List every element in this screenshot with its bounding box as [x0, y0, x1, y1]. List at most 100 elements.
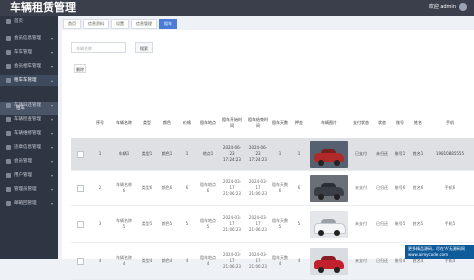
tab-rental[interactable]: 租车 [159, 19, 177, 29]
sidebar-item-label: 会员管理 [14, 159, 32, 164]
sidebar-item-returns[interactable]: 车辆归还管理 ▾ [0, 100, 58, 111]
cell-start: 2024-03-17 21:06:23 [222, 252, 242, 269]
cell-account: 账号6 [394, 185, 406, 190]
sidebar-item-rentals[interactable]: 租车车管理 ▴ [0, 75, 58, 86]
cell-deposit: 5 [297, 221, 301, 226]
chevron-down-icon: ▾ [50, 131, 53, 136]
cell-deposit: 1 [297, 151, 301, 156]
sidebar-item-label: 会员信息管理 [14, 36, 41, 41]
cell-index: 2 [98, 185, 102, 190]
top-header: 车辆租赁管理 欢迎 admin [0, 0, 474, 16]
watermark-notice[interactable]: 更多精品源码，尽在'A'无源码网 www.aimycode.com [405, 245, 474, 259]
sidebar-item-mailbox[interactable]: 邮箱回管理 ▾ [0, 198, 58, 209]
sidebar-item-label: 首页 [14, 19, 23, 24]
admin-icon [6, 187, 11, 192]
user-menu[interactable]: 欢迎 admin [429, 3, 467, 11]
cell-type: 类型5 [141, 221, 153, 226]
cell-start: 2024-06-23 17:24:23 [222, 145, 242, 162]
car-image[interactable] [310, 210, 348, 238]
cell-location: 租车地点6 [200, 182, 216, 193]
sidebar-item-label: 车辆检查管理 [14, 117, 41, 122]
chevron-down-icon: ▾ [50, 103, 53, 108]
cell-end: 2024-06-23 17:24:23 [248, 145, 268, 162]
cell-location: 地点1 [202, 151, 214, 156]
chevron-down-icon: ▾ [50, 64, 53, 69]
cell-status: 已归还 [376, 258, 388, 263]
sidebar-item-members[interactable]: 会员管理 ▾ [0, 156, 58, 167]
users-icon [6, 159, 11, 164]
table-header: 序号 车辆名称 类型 颜色 价格 租车地点 租车开始时间 租车结束时间 租车天数… [71, 108, 474, 139]
sidebar-item-cars[interactable]: 车车管理 ▾ [0, 47, 58, 58]
checkbox[interactable] [76, 220, 84, 228]
table-row[interactable]: 1 车辆1 类型1 颜色1 1 地点1 2024-06-23 17:24:23 … [71, 138, 474, 171]
row-checkbox[interactable] [75, 171, 85, 205]
column-header: 类型 [143, 120, 151, 125]
cell-color: 颜色4 [161, 258, 173, 263]
cell-image [309, 243, 349, 279]
column-header: 租车天数 [272, 120, 288, 125]
sidebar-item-label: 车辆归还管理 [14, 103, 41, 108]
sidebar-item-label: 用户管理 [14, 173, 32, 178]
cell-phone: 19810885555 [436, 151, 464, 156]
cell-type: 类型4 [141, 258, 153, 263]
checkbox[interactable] [76, 150, 84, 158]
cell-end: 2024-03-17 21:06:23 [248, 252, 268, 269]
cell-days: 租车天数6 [272, 182, 288, 193]
cell-pay-status: 未支付 [355, 258, 367, 263]
avatar[interactable] [459, 3, 467, 11]
car-image[interactable] [310, 174, 348, 202]
cell-index: 3 [98, 221, 102, 226]
cell-pay-status: 未支付 [355, 185, 367, 190]
cell-days: 租车天数5 [272, 218, 288, 229]
sidebar-item-admins[interactable]: 管理员管理 ▾ [0, 184, 58, 195]
checkbox[interactable] [76, 184, 84, 192]
cell-account: 账号5 [394, 221, 406, 226]
delete-button[interactable]: 删除 [74, 64, 86, 73]
tab-settings[interactable]: 设置 [111, 19, 129, 29]
car-icon [6, 50, 11, 55]
chevron-down-icon: ▾ [50, 159, 53, 164]
tab-info-manage[interactable]: 信息管理 [131, 19, 157, 29]
cell-person: 姓名5 [412, 221, 424, 226]
wrench-icon [6, 131, 11, 136]
sidebar-item-violations[interactable]: 违章信息管理 ▾ [0, 142, 58, 153]
row-checkbox[interactable] [75, 243, 85, 279]
cell-pay-status: 未支付 [355, 221, 367, 226]
sidebar-item-label: 违章信息管理 [14, 145, 41, 150]
row-checkbox[interactable] [75, 206, 85, 242]
main-content: 车辆名称 搜索 删除 序号 车辆名称 类型 颜色 价格 租车地点 租车开始时间 … [62, 30, 474, 280]
search-input[interactable]: 车辆名称 [71, 42, 126, 53]
sidebar-item-member-cars[interactable]: 会员相车管理 ▾ [0, 61, 58, 72]
cell-index: 4 [98, 258, 102, 263]
cell-name: 车辆名称4 [116, 255, 132, 266]
column-header: 状态 [378, 120, 386, 125]
sidebar-item-users[interactable]: 用户管理 ▾ [0, 170, 58, 181]
cell-start: 2024-03-17 21:06:23 [222, 179, 242, 196]
warning-icon [6, 145, 11, 150]
tab-home[interactable]: 首页 [63, 19, 81, 29]
column-header: 车辆图片 [321, 120, 337, 125]
sidebar: 首页 会员信息管理 ▾ 车车管理 ▾ 会员相车管理 ▾ 租车车管理 ▴ 租车 车… [0, 16, 58, 259]
mail-icon [6, 201, 11, 206]
cell-name: 车辆名称5 [116, 218, 132, 229]
chevron-down-icon: ▾ [50, 173, 53, 178]
cell-color: 颜色5 [161, 221, 173, 226]
row-checkbox[interactable] [75, 138, 85, 170]
chevron-down-icon: ▾ [50, 50, 53, 55]
cell-deposit: 4 [297, 258, 301, 263]
search-button[interactable]: 搜索 [135, 42, 153, 53]
car-image[interactable] [310, 140, 348, 168]
sidebar-item-label: 车辆维修管理 [14, 131, 41, 136]
tab-info[interactable]: 信息资料 [83, 19, 109, 29]
column-header: 账号 [396, 120, 404, 125]
sidebar-item-inspections[interactable]: 车辆检查管理 ▾ [0, 114, 58, 125]
column-header: 租车地点 [200, 120, 216, 125]
sidebar-item-members-info[interactable]: 会员信息管理 ▾ [0, 33, 58, 44]
sidebar-item-repairs[interactable]: 车辆维修管理 ▾ [0, 128, 58, 139]
table-row[interactable]: 2 车辆名称6 类型6 颜色6 6 租车地点6 2024-03-17 21:06… [71, 171, 474, 206]
table-row[interactable]: 3 车辆名称5 类型5 颜色5 5 租车地点5 2024-03-17 21:06… [71, 206, 474, 243]
car-image[interactable] [310, 247, 348, 275]
cell-price: 4 [185, 258, 189, 263]
sidebar-item-home[interactable]: 首页 [0, 16, 58, 27]
rental-icon [6, 78, 11, 83]
